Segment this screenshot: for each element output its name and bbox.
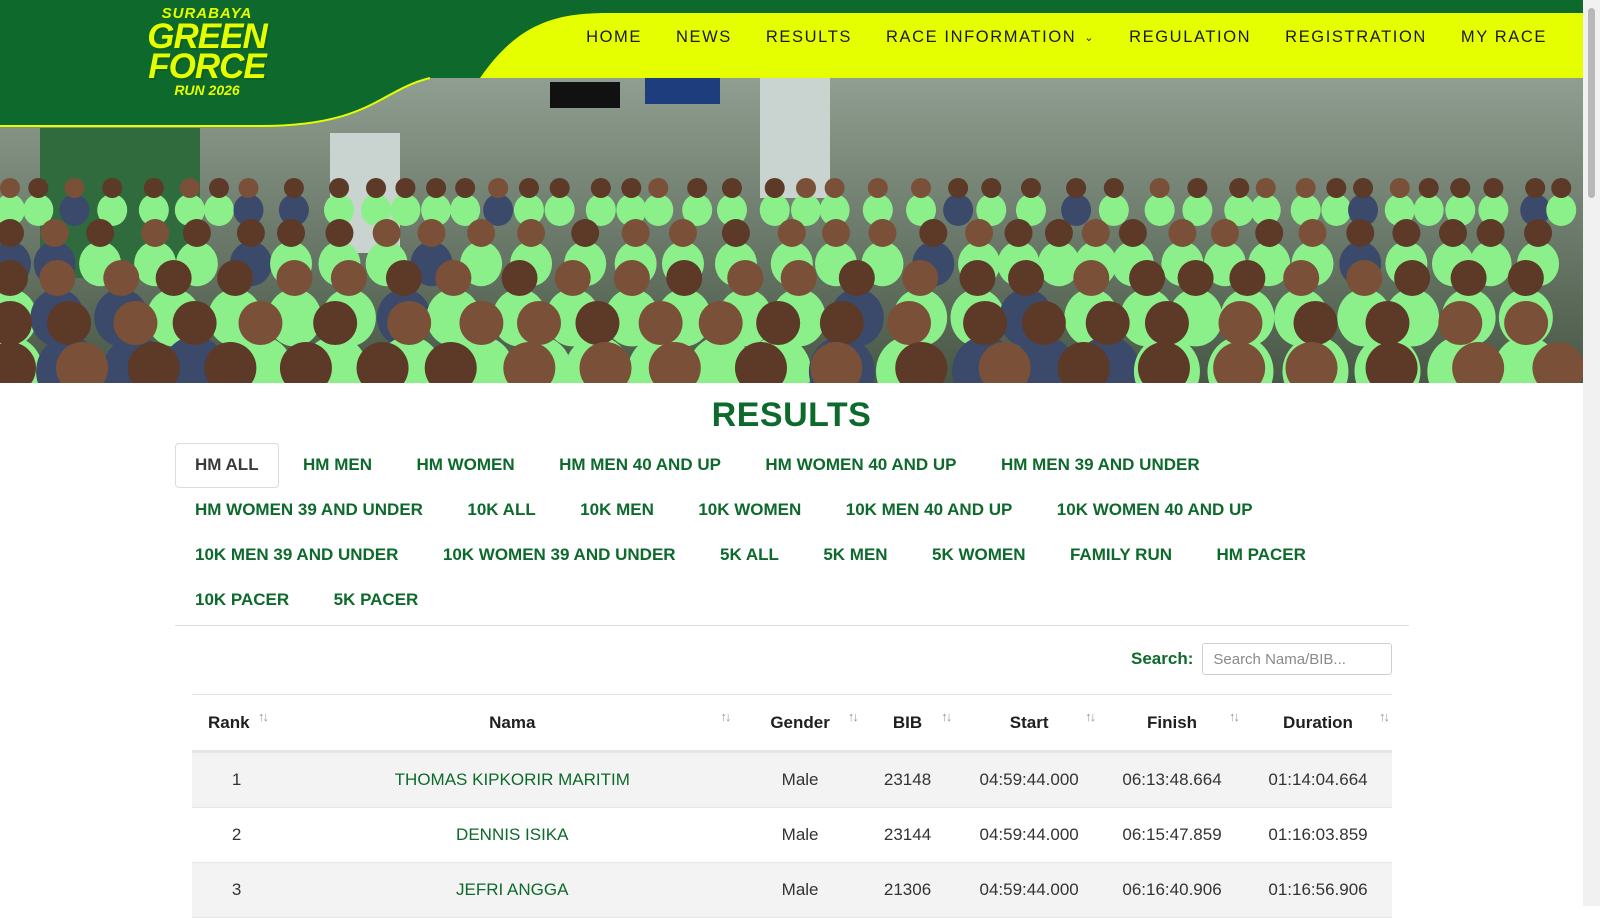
tab-hm-all[interactable]: HM ALL [175,443,279,488]
tab-5k-men[interactable]: 5K MEN [803,533,907,578]
sort-icon: ↑↓ [941,709,952,724]
search-label: Search: [1131,649,1194,668]
tab-hm-women-39-under[interactable]: HM WOMEN 39 AND UNDER [175,488,443,533]
nav-home[interactable]: HOME [586,28,642,47]
tab-10k-all[interactable]: 10K ALL [447,488,555,533]
cell-start: 04:59:44.000 [958,862,1101,918]
sort-icon: ↑↓ [720,709,731,724]
tab-10k-men[interactable]: 10K MEN [560,488,674,533]
nav-regulation[interactable]: REGULATION [1129,28,1251,47]
nav-my-race[interactable]: MY RACE [1461,28,1547,47]
site-logo[interactable]: SURABAYA GREEN FORCE RUN 2026 [122,6,292,102]
cell-duration: 01:14:04.664 [1243,751,1392,808]
cell-rank: 1 [192,751,282,808]
sort-icon: ↑↓ [258,709,269,724]
col-start-label: Start [1009,712,1049,732]
tab-10k-men-39-under[interactable]: 10K MEN 39 AND UNDER [175,533,418,578]
cell-start: 04:59:44.000 [958,751,1101,808]
table-header-row: Rank ↑↓ Nama ↑↓ Gender ↑↓ BIB ↑↓ Start ↑↓ Fin… [192,694,1392,753]
cell-nama-link[interactable]: THOMAS KIPKORIR MARITIM [281,751,744,808]
col-duration-label: Duration [1283,712,1353,732]
cell-rank: 2 [192,807,282,863]
cell-start: 04:59:44.000 [958,807,1101,863]
tab-hm-women[interactable]: HM WOMEN [396,443,534,488]
cell-bib: 23148 [856,751,959,808]
sort-icon: ↑↓ [847,709,859,724]
cell-finish: 06:16:40.906 [1100,862,1244,918]
nav-race-information-label: RACE INFORMATION [886,28,1077,46]
col-bib[interactable]: BIB ↑↓ [856,694,959,753]
col-finish-label: Finish [1147,712,1198,732]
cell-nama-link[interactable]: DENNIS ISIKA [281,807,744,863]
site-header: SURABAYA GREEN FORCE RUN 2026 HOME NEWS … [0,0,1583,130]
logo-line-force: FORCE [148,47,267,86]
col-nama[interactable]: Nama ↑↓ [281,694,744,753]
tab-hm-pacer[interactable]: HM PACER [1196,533,1325,578]
table-row: 3 JEFRI ANGGA Male 21306 04:59:44.000 06… [192,862,1392,918]
col-rank[interactable]: Rank ↑↓ [192,694,282,753]
cell-gender: Male [743,807,857,863]
table-row: 2 DENNIS ISIKA Male 23144 04:59:44.000 0… [192,807,1392,863]
tab-5k-women[interactable]: 5K WOMEN [912,533,1046,578]
tab-hm-men-39-under[interactable]: HM MEN 39 AND UNDER [981,443,1220,488]
tab-10k-men-40-up[interactable]: 10K MEN 40 AND UP [826,488,1033,533]
tab-10k-women-39-under[interactable]: 10K WOMEN 39 AND UNDER [423,533,696,578]
tab-10k-women-40-up[interactable]: 10K WOMEN 40 AND UP [1037,488,1273,533]
nav-results[interactable]: RESULTS [766,28,852,47]
search-bar: Search: [1131,643,1393,675]
col-nama-label: Nama [489,712,536,732]
cell-gender: Male [743,862,857,918]
search-input[interactable] [1202,643,1393,675]
nav-race-information[interactable]: RACE INFORMATION ⌄ [886,28,1095,47]
cell-duration: 01:16:03.859 [1243,807,1392,863]
tab-hm-men[interactable]: HM MEN [283,443,392,488]
page-scrollbar[interactable] [1583,0,1600,906]
cell-duration: 01:16:56.906 [1243,862,1392,918]
col-duration[interactable]: Duration ↑↓ [1243,694,1392,753]
sort-icon: ↑↓ [1085,709,1096,724]
tab-10k-women[interactable]: 10K WOMEN [678,488,821,533]
chevron-down-icon: ⌄ [1084,32,1096,44]
main-nav: HOME NEWS RESULTS RACE INFORMATION ⌄ REGU… [552,28,1547,47]
cell-gender: Male [743,751,857,808]
tab-family-run[interactable]: FAMILY RUN [1050,533,1192,578]
cell-bib: 23144 [856,807,959,863]
category-tabs: HM ALL HM MEN HM WOMEN HM MEN 40 AND UP … [175,443,1409,626]
sort-icon: ↑↓ [1379,709,1390,724]
cell-nama-link[interactable]: JEFRI ANGGA [281,862,744,918]
nav-news[interactable]: NEWS [676,28,732,47]
cell-bib: 21306 [856,862,959,918]
col-gender-label: Gender [770,712,830,732]
sort-icon: ↑↓ [1228,709,1240,724]
cell-finish: 06:15:47.859 [1100,807,1244,863]
cell-rank: 3 [192,862,282,918]
col-gender[interactable]: Gender ↑↓ [743,694,859,753]
col-start[interactable]: Start ↑↓ [958,694,1101,753]
tab-5k-all[interactable]: 5K ALL [700,533,799,578]
col-bib-label: BIB [892,712,923,732]
tab-5k-pacer[interactable]: 5K PACER [314,578,439,623]
col-rank-label: Rank [208,712,250,732]
nav-registration[interactable]: REGISTRATION [1285,28,1427,47]
tab-hm-men-40-up[interactable]: HM MEN 40 AND UP [539,443,741,488]
tab-hm-women-40-up[interactable]: HM WOMEN 40 AND UP [745,443,976,488]
scrollbar-thumb[interactable] [1588,8,1595,198]
col-finish[interactable]: Finish ↑↓ [1100,694,1244,753]
table-row: 1 THOMAS KIPKORIR MARITIM Male 23148 04:… [192,751,1392,808]
results-title: RESULTS [711,396,872,434]
cell-finish: 06:13:48.664 [1100,751,1244,808]
tab-10k-pacer[interactable]: 10K PACER [175,578,309,623]
results-table: Rank ↑↓ Nama ↑↓ Gender ↑↓ BIB ↑↓ Start ↑↓ Fin… [192,694,1392,918]
